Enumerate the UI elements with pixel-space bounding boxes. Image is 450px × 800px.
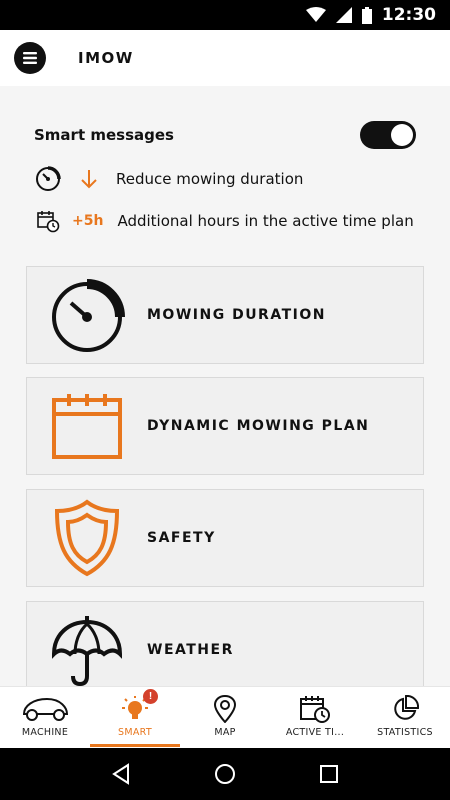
mower-icon <box>21 695 69 723</box>
pie-chart-icon <box>391 695 419 723</box>
smart-content[interactable]: Smart messages Reduce mowing duration +5… <box>0 86 450 686</box>
smart-message-text: Additional hours in the active time plan <box>117 212 414 230</box>
arrow-down-icon <box>74 169 104 189</box>
bottom-nav: MACHINE ! SMART MAP ACTIVE TI... STATIST… <box>0 686 450 748</box>
timer-icon <box>34 166 62 192</box>
smart-messages-row: Smart messages <box>34 121 416 149</box>
nav-label: SMART <box>118 727 152 738</box>
status-bar: 12:30 <box>0 0 450 30</box>
safety-card[interactable]: SAFETY <box>26 489 424 587</box>
hamburger-icon <box>23 52 37 64</box>
card-label: WEATHER <box>147 642 234 658</box>
home-icon[interactable] <box>214 763 236 785</box>
lightbulb-icon: ! <box>120 689 158 723</box>
nav-item-statistics[interactable]: STATISTICS <box>360 687 450 749</box>
nav-item-smart[interactable]: ! SMART <box>90 687 180 749</box>
card-label: DYNAMIC MOWING PLAN <box>147 418 370 434</box>
nav-label: MACHINE <box>21 727 69 738</box>
menu-button[interactable] <box>14 42 46 74</box>
calendar-clock-icon <box>34 209 62 233</box>
app-header: IMOW <box>0 30 450 86</box>
app-title: IMOW <box>78 49 134 67</box>
nav-item-map[interactable]: MAP <box>180 687 270 749</box>
nav-label: STATISTICS <box>377 727 433 738</box>
nav-item-active-time[interactable]: ACTIVE TI... <box>270 687 360 749</box>
calendar-clock-icon <box>299 695 331 723</box>
dynamic-mowing-plan-card[interactable]: DYNAMIC MOWING PLAN <box>26 377 424 475</box>
additional-hours-value: +5h <box>72 213 104 229</box>
wifi-icon <box>305 7 326 23</box>
toggle-knob <box>391 124 413 146</box>
recents-icon[interactable] <box>319 764 339 784</box>
smart-message-item: Reduce mowing duration <box>34 166 303 192</box>
card-label: SAFETY <box>147 530 216 546</box>
weather-card[interactable]: WEATHER <box>26 601 424 686</box>
smart-message-text: Reduce mowing duration <box>116 170 304 188</box>
battery-icon <box>361 6 372 24</box>
umbrella-icon <box>27 601 147 686</box>
calendar-icon <box>27 377 147 475</box>
card-label: MOWING DURATION <box>147 307 326 323</box>
status-time: 12:30 <box>381 5 436 25</box>
nav-label: ACTIVE TI... <box>285 727 345 738</box>
nav-label: MAP <box>214 727 236 738</box>
map-pin-icon <box>213 695 237 723</box>
back-icon[interactable] <box>111 763 131 785</box>
notification-badge: ! <box>143 689 158 704</box>
smart-messages-title: Smart messages <box>34 126 174 144</box>
system-nav-bar <box>0 748 450 800</box>
smart-message-item: +5h Additional hours in the active time … <box>34 209 414 233</box>
smart-messages-toggle[interactable] <box>360 121 416 149</box>
signal-icon <box>335 7 352 23</box>
mowing-duration-card[interactable]: MOWING DURATION <box>26 266 424 364</box>
timer-icon <box>27 266 147 364</box>
nav-item-machine[interactable]: MACHINE <box>0 687 90 749</box>
shield-icon <box>27 489 147 587</box>
